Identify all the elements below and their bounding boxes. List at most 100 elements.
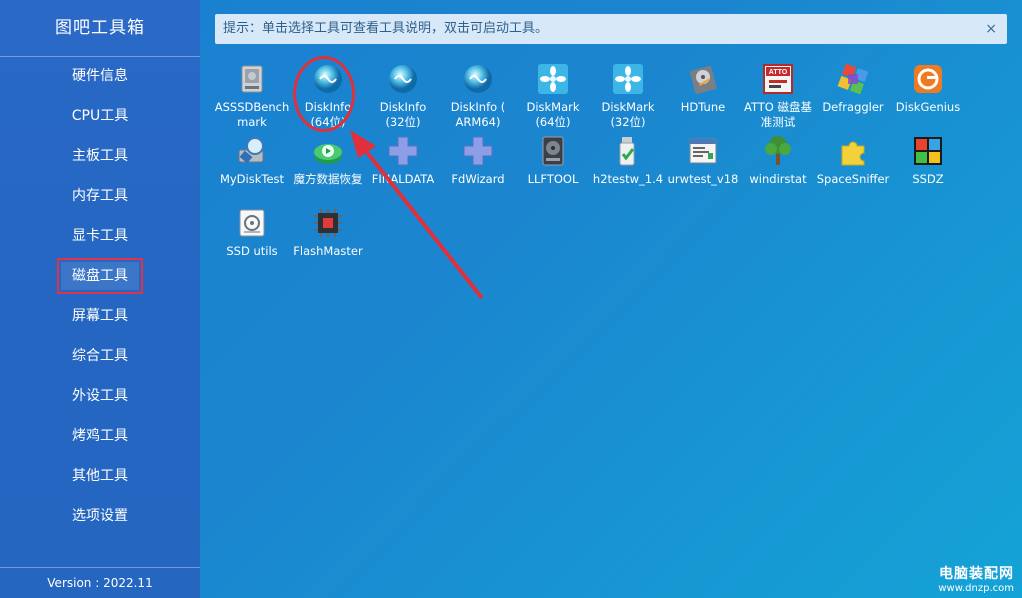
tool-label: HDTune: [680, 100, 726, 114]
tool-ssd-utils[interactable]: SSD utils: [214, 206, 290, 276]
sidebar-item-label: CPU工具: [71, 108, 129, 124]
mydisktest-icon: [235, 134, 269, 168]
sidebar-item-label: 外设工具: [72, 388, 128, 404]
sidebar-item-gpu-tools[interactable]: 显卡工具: [0, 221, 200, 251]
sidebar-item-screen-tools[interactable]: 屏幕工具: [0, 301, 200, 331]
tool-label: DiskMark (32位): [601, 100, 655, 129]
diskmark-icon: [536, 62, 570, 96]
diskmark-icon: [611, 62, 645, 96]
usb-check-icon: [611, 134, 645, 168]
sidebar-item-settings[interactable]: 选项设置: [0, 501, 200, 531]
tool-label: DiskGenius: [895, 100, 961, 114]
tool-label: windirstat: [749, 172, 807, 186]
sidebar-item-label: 硬件信息: [72, 68, 128, 84]
tool-llftool[interactable]: LLFTOOL: [515, 134, 591, 204]
tool-label: MyDiskTest: [219, 172, 285, 186]
sidebar-item-label: 烤鸡工具: [72, 428, 128, 444]
sidebar-item-stress-tools[interactable]: 烤鸡工具: [0, 421, 200, 451]
close-icon[interactable]: ×: [985, 14, 997, 44]
sidebar-item-disk-tools[interactable]: 磁盘工具: [0, 258, 200, 294]
tool-label: 魔方数据恢复: [293, 172, 363, 186]
window-icon: [686, 134, 720, 168]
tool-mofang-recovery[interactable]: 魔方数据恢复: [290, 134, 366, 204]
tool-diskinfo-arm64[interactable]: DiskInfo ( ARM64): [440, 62, 516, 132]
tool-diskmark-64[interactable]: DiskMark (64位): [515, 62, 591, 132]
tool-label: ASSSDBench mark: [214, 100, 290, 129]
sidebar-item-label: 主板工具: [72, 148, 128, 164]
tool-diskinfo-64[interactable]: DiskInfo (64位): [290, 62, 366, 132]
tool-diskmark-32[interactable]: DiskMark (32位): [590, 62, 666, 132]
sidebar: 图吧工具箱 硬件信息 CPU工具 主板工具 内存工具 显卡工具 磁盘工具 屏幕工…: [0, 0, 200, 598]
sidebar-item-general-tools[interactable]: 综合工具: [0, 341, 200, 371]
diskinfo-icon: [386, 62, 420, 96]
puzzle-cross-icon: [461, 134, 495, 168]
tool-label: FlashMaster: [293, 244, 363, 258]
tool-label: Defraggler: [822, 100, 884, 114]
sidebar-item-hardware-info[interactable]: 硬件信息: [0, 61, 200, 91]
app-title: 图吧工具箱: [0, 0, 200, 57]
sidebar-item-label: 磁盘工具: [57, 258, 143, 294]
tool-atto[interactable]: ATTO ATTO 磁盘基 准测试: [740, 62, 816, 132]
sidebar-item-label: 综合工具: [72, 348, 128, 364]
sidebar-item-label: 显卡工具: [72, 228, 128, 244]
defraggler-icon: [836, 62, 870, 96]
tool-label: DiskInfo ( ARM64): [450, 100, 506, 129]
hdd-icon: [235, 62, 269, 96]
tool-label: DiskMark (64位): [526, 100, 580, 129]
sidebar-item-other-tools[interactable]: 其他工具: [0, 461, 200, 491]
tool-ssdz[interactable]: SSDZ: [890, 134, 966, 204]
sidebar-item-label: 选项设置: [72, 508, 128, 524]
tool-h2testw[interactable]: h2testw_1.4: [590, 134, 666, 204]
tool-label: DiskInfo (64位): [304, 100, 352, 129]
atto-icon: ATTO: [761, 62, 795, 96]
tool-label: SpaceSniffer: [816, 172, 890, 186]
tool-diskinfo-32[interactable]: DiskInfo (32位): [365, 62, 441, 132]
tool-label: LLFTOOL: [527, 172, 579, 186]
tool-label: SSD utils: [226, 244, 278, 258]
hint-text: 提示：单击选择工具可查看工具说明，双击可启动工具。: [223, 21, 549, 36]
sidebar-item-cpu-tools[interactable]: CPU工具: [0, 101, 200, 131]
diskinfo-icon: [461, 62, 495, 96]
tool-label: ATTO 磁盘基 准测试: [743, 100, 813, 129]
sidebar-item-motherboard-tools[interactable]: 主板工具: [0, 141, 200, 171]
chip-icon: [311, 206, 345, 240]
watermark: 电脑装配网 www.dnzp.com: [938, 563, 1014, 594]
tool-flashmaster[interactable]: FlashMaster: [290, 206, 366, 276]
tool-spacesniffer[interactable]: SpaceSniffer: [815, 134, 891, 204]
hint-bar: 提示：单击选择工具可查看工具说明，双击可启动工具。 ×: [215, 14, 1007, 44]
sidebar-item-memory-tools[interactable]: 内存工具: [0, 181, 200, 211]
tool-windirstat[interactable]: windirstat: [740, 134, 816, 204]
tool-urwtest[interactable]: urwtest_v18: [665, 134, 741, 204]
llftool-icon: [536, 134, 570, 168]
version-label: Version : 2022.11: [0, 567, 200, 598]
sidebar-item-label: 屏幕工具: [72, 308, 128, 324]
tool-mydisktest[interactable]: MyDiskTest: [214, 134, 290, 204]
puzzle-icon: [836, 134, 870, 168]
recovery-icon: [311, 134, 345, 168]
tool-label: DiskInfo (32位): [379, 100, 427, 129]
tool-label: FINALDATA: [371, 172, 435, 186]
tree-icon: [761, 134, 795, 168]
hdtune-icon: [686, 62, 720, 96]
tool-finaldata[interactable]: FINALDATA: [365, 134, 441, 204]
sidebar-item-label: 其他工具: [72, 468, 128, 484]
puzzle-cross-icon: [386, 134, 420, 168]
diskgenius-icon: [911, 62, 945, 96]
sidebar-item-peripheral-tools[interactable]: 外设工具: [0, 381, 200, 411]
tool-diskgenius[interactable]: DiskGenius: [890, 62, 966, 132]
tool-label: urwtest_v18: [667, 172, 739, 186]
sidebar-item-label: 内存工具: [72, 188, 128, 204]
tool-defraggler[interactable]: Defraggler: [815, 62, 891, 132]
tool-hdtune[interactable]: HDTune: [665, 62, 741, 132]
diskinfo-icon: [311, 62, 345, 96]
ssd-utils-icon: [235, 206, 269, 240]
tool-fdwizard[interactable]: FdWizard: [440, 134, 516, 204]
watermark-text: 电脑装配网: [939, 566, 1014, 582]
tool-label: FdWizard: [451, 172, 505, 186]
watermark-url: www.dnzp.com: [938, 583, 1014, 594]
tool-asssdbenchmark[interactable]: ASSSDBench mark: [214, 62, 290, 132]
ssdz-icon: [911, 134, 945, 168]
tool-label: SSDZ: [912, 172, 944, 186]
svg-text:ATTO: ATTO: [769, 69, 788, 76]
tool-label: h2testw_1.4: [592, 172, 664, 186]
